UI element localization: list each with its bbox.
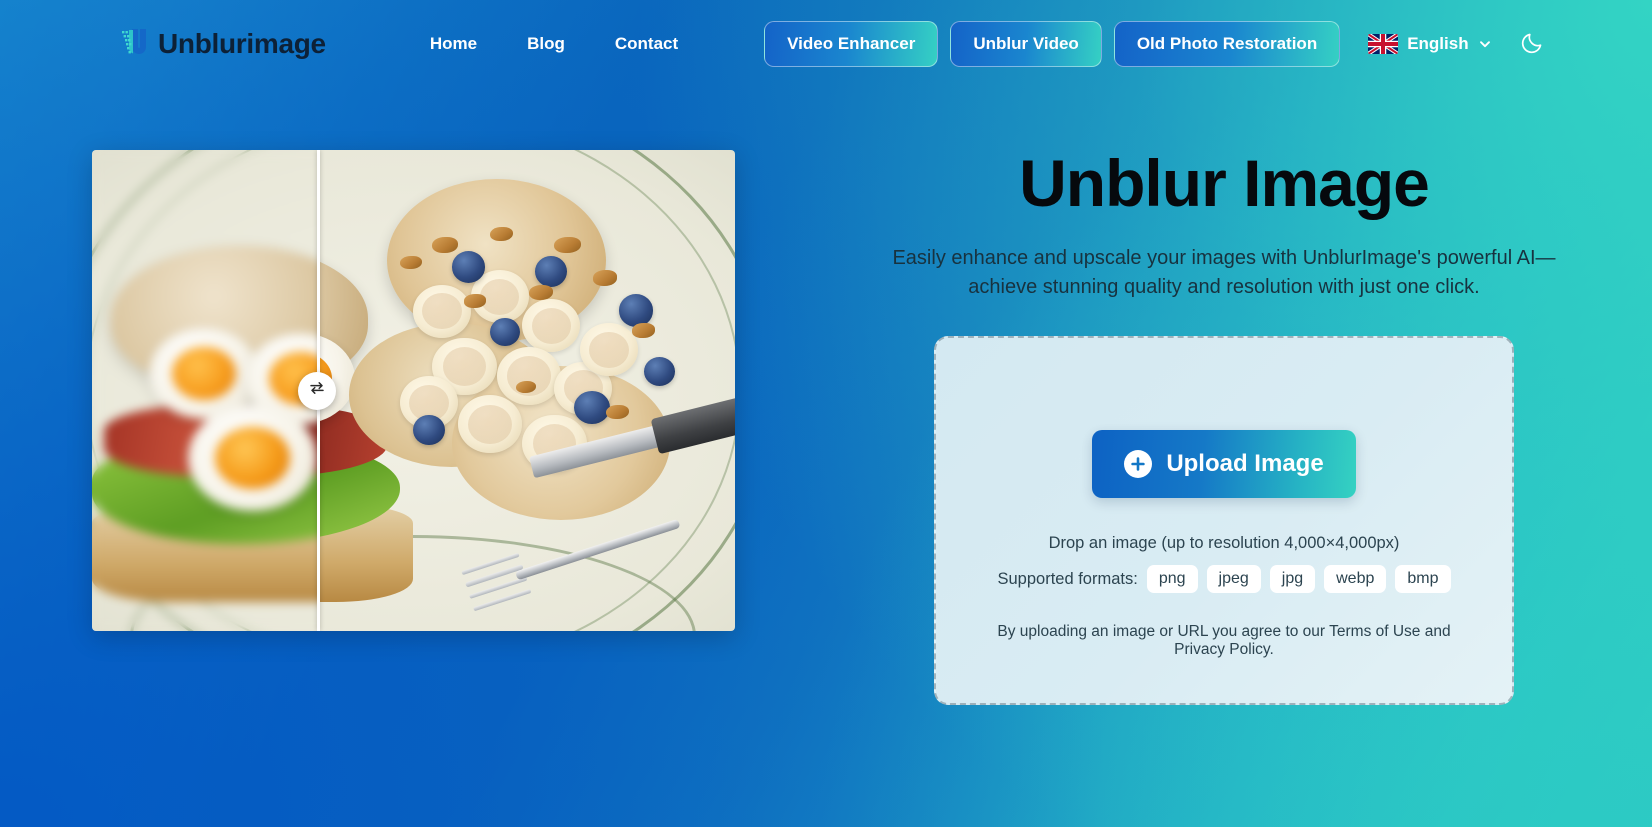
comparison-column <box>0 150 826 631</box>
nav-link-blog[interactable]: Blog <box>527 34 565 54</box>
header-action-buttons: Video Enhancer Unblur Video Old Photo Re… <box>764 21 1341 67</box>
format-pill-bmp[interactable]: bmp <box>1395 565 1451 593</box>
supported-formats-label: Supported formats: <box>997 569 1138 588</box>
supported-formats-row: Supported formats: png jpeg jpg webp bmp <box>970 565 1478 593</box>
unblur-u-logo-icon <box>118 27 148 61</box>
legal-prefix: By uploading an image or URL you agree t… <box>997 623 1330 640</box>
main-nav: Home Blog Contact <box>430 34 678 54</box>
comparison-handle[interactable] <box>297 371 336 410</box>
uk-flag-icon <box>1368 34 1399 54</box>
plus-circle-icon <box>1124 450 1153 478</box>
drop-resolution-note: Drop an image (up to resolution 4,000×4,… <box>1048 534 1400 552</box>
nav-button-video-enhancer[interactable]: Video Enhancer <box>764 21 939 67</box>
format-pill-webp[interactable]: webp <box>1324 565 1387 593</box>
theme-toggle-button[interactable] <box>1518 29 1548 59</box>
brand-name: Unblurimage <box>158 28 326 59</box>
legal-and: and <box>1420 623 1451 640</box>
upload-image-button[interactable]: Upload Image <box>1092 430 1356 498</box>
brand-logo[interactable]: Unblurimage <box>118 27 326 61</box>
language-label: English <box>1407 34 1469 53</box>
main-content: Unblur Image Easily enhance and upscale … <box>0 88 1652 705</box>
nav-link-home[interactable]: Home <box>430 34 477 54</box>
upload-image-label: Upload Image <box>1166 450 1324 477</box>
hero-column: Unblur Image Easily enhance and upscale … <box>826 150 1652 705</box>
page-title: Unblur Image <box>1019 146 1430 220</box>
legal-suffix: . <box>1269 641 1274 658</box>
format-pill-png[interactable]: png <box>1146 565 1198 593</box>
format-pill-jpg[interactable]: jpg <box>1269 565 1316 593</box>
image-comparison-slider[interactable] <box>91 150 735 631</box>
nav-button-unblur-video[interactable]: Unblur Video <box>950 21 1102 67</box>
terms-of-use-link[interactable]: Terms of Use <box>1329 623 1420 640</box>
before-image <box>91 150 317 631</box>
nav-button-old-photo-restoration[interactable]: Old Photo Restoration <box>1113 21 1341 67</box>
moon-icon <box>1520 29 1546 60</box>
swap-arrows-icon <box>307 378 327 403</box>
upload-dropzone[interactable]: Upload Image Drop an image (up to resolu… <box>934 336 1514 705</box>
hero-subtitle: Easily enhance and upscale your images w… <box>892 247 1556 298</box>
site-header: Unblurimage Home Blog Contact Video Enha… <box>0 0 1652 88</box>
nav-link-contact[interactable]: Contact <box>615 34 678 54</box>
format-pill-jpeg[interactable]: jpeg <box>1206 565 1261 593</box>
chevron-down-icon <box>1478 37 1492 51</box>
language-selector[interactable]: English <box>1368 34 1491 54</box>
privacy-policy-link[interactable]: Privacy Policy <box>1174 641 1269 658</box>
legal-notice: By uploading an image or URL you agree t… <box>970 623 1478 659</box>
